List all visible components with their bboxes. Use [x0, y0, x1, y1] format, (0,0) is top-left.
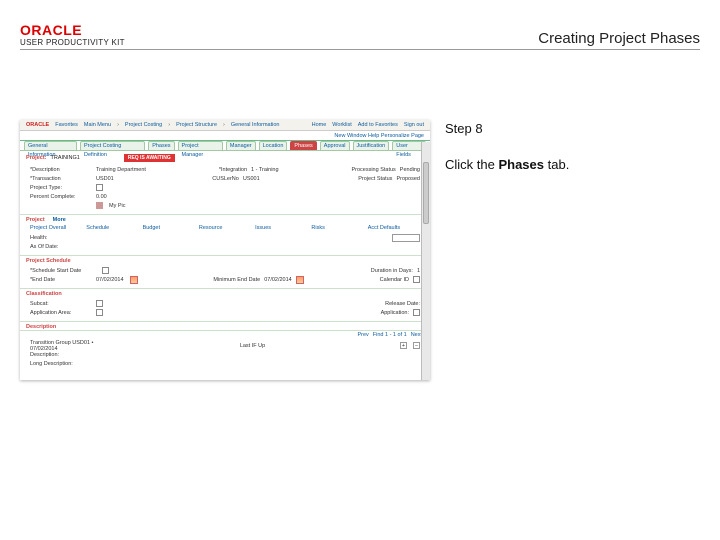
- subcat-lookup-icon[interactable]: [96, 300, 103, 307]
- desc-value: Training Department: [96, 167, 146, 173]
- instruction-pane: Step 8 Click the Phases tab.: [445, 120, 569, 174]
- cal-lookup-icon[interactable]: [413, 276, 420, 283]
- calendar-icon[interactable]: [130, 276, 138, 284]
- trans-label: *Transaction: [30, 176, 90, 182]
- topbar-signout[interactable]: Sign out: [404, 122, 424, 128]
- add-row-button[interactable]: +: [400, 342, 407, 349]
- del-row-button[interactable]: −: [413, 342, 420, 349]
- desc-label: *Description: [30, 167, 90, 173]
- app-topbar: ORACLE Favorites Main Menu › Project Cos…: [20, 120, 430, 131]
- project-heading: Project: TRAINING1 REQ IS AWAITING: [20, 151, 430, 163]
- topbar-add-favorites[interactable]: Add to Favorites: [358, 122, 398, 128]
- topbar-home[interactable]: Home: [312, 122, 327, 128]
- app-lookup-icon[interactable]: [413, 309, 420, 316]
- instruction-text: Click the Phases tab.: [445, 156, 569, 174]
- tab-phases-1[interactable]: Phases: [148, 141, 174, 150]
- embedded-app: ORACLE Favorites Main Menu › Project Cos…: [20, 120, 430, 380]
- brand: ORACLE USER PRODUCTIVITY KIT: [20, 22, 125, 47]
- oracle-logo: ORACLE: [20, 22, 125, 38]
- tab-justification[interactable]: Justification: [353, 141, 390, 150]
- form-basic: *Description Training Department *Integr…: [20, 163, 430, 212]
- pager: Prev Find 1 - 1 of 1 Next: [20, 330, 430, 339]
- photo-icon[interactable]: [96, 202, 103, 209]
- pager-range: Find 1 - 1 of 1: [373, 332, 407, 338]
- topbar-worklist[interactable]: Worklist: [332, 122, 351, 128]
- phases-keyword: Phases: [498, 157, 544, 172]
- section-classification: Classification: [20, 288, 430, 297]
- tab-project-manager[interactable]: Project Manager: [178, 141, 223, 150]
- tab-general-information[interactable]: General Information: [24, 141, 77, 150]
- scrollbar[interactable]: [421, 142, 430, 380]
- section-description: Description: [20, 321, 430, 330]
- ptype-lookup-icon[interactable]: [96, 184, 103, 191]
- pc-label: Percent Complete:: [30, 194, 90, 200]
- start-lookup-icon[interactable]: [102, 267, 109, 274]
- app-tabs: General Information Project Costing Defi…: [20, 141, 430, 151]
- pager-prev[interactable]: Prev: [357, 332, 368, 338]
- more-link[interactable]: More: [53, 217, 66, 223]
- tab-manager[interactable]: Manager: [226, 141, 256, 150]
- section-project: Project More: [20, 214, 430, 223]
- topbar-favorites[interactable]: Favorites: [55, 122, 78, 128]
- userbar-links[interactable]: New Window Help Personalize Page: [334, 133, 424, 139]
- breadcrumb-general-info[interactable]: General Information: [231, 122, 280, 128]
- ptype-label: Project Type:: [30, 185, 90, 191]
- tab-project-costing-def[interactable]: Project Costing Definition: [80, 141, 145, 150]
- step-label: Step 8: [445, 120, 569, 138]
- section-schedule: Project Schedule: [20, 255, 430, 264]
- topbar-main-menu[interactable]: Main Menu: [84, 122, 111, 128]
- apparea-lookup-icon[interactable]: [96, 309, 103, 316]
- health-header-row: Project Overall Schedule Budget Resource…: [20, 223, 430, 231]
- tab-approval[interactable]: Approval: [320, 141, 350, 150]
- acct-default-input[interactable]: [392, 234, 420, 242]
- brand-subtitle: USER PRODUCTIVITY KIT: [20, 38, 125, 47]
- page-title: Creating Project Phases: [538, 30, 700, 47]
- app-oracle-logo: ORACLE: [26, 122, 49, 128]
- calendar-icon-2[interactable]: [296, 276, 304, 284]
- tab-location[interactable]: Location: [259, 141, 288, 150]
- breadcrumb-project-costing[interactable]: Project Costing: [125, 122, 162, 128]
- status-banner: REQ IS AWAITING: [124, 154, 175, 162]
- tab-phases-target[interactable]: Phases: [290, 141, 316, 150]
- breadcrumb-project-structure[interactable]: Project Structure: [176, 122, 217, 128]
- app-userbar: New Window Help Personalize Page: [20, 131, 430, 141]
- page-header: ORACLE USER PRODUCTIVITY KIT Creating Pr…: [20, 10, 700, 50]
